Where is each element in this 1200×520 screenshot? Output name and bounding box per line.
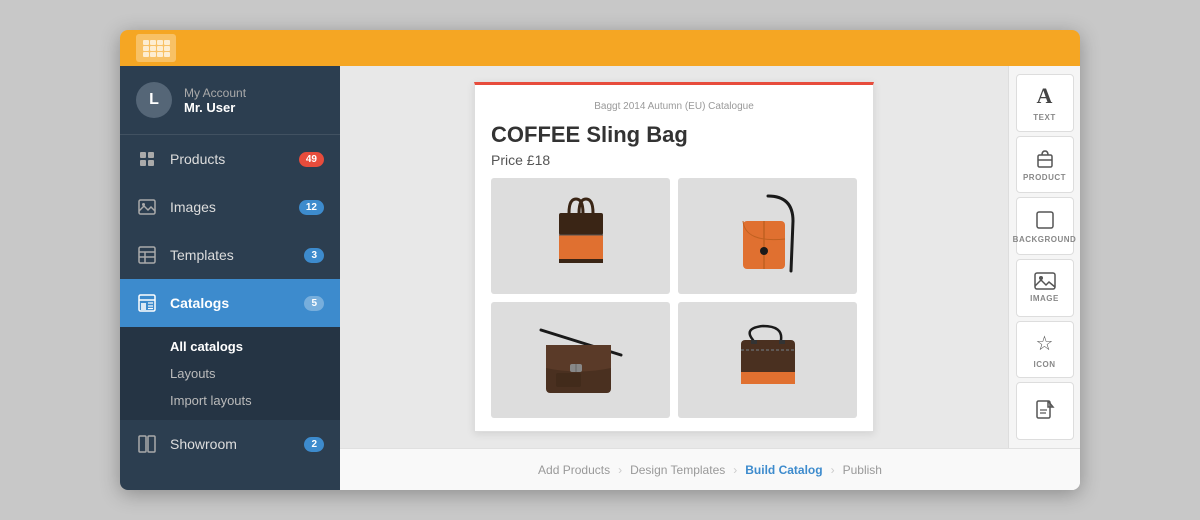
breadcrumb-add-products[interactable]: Add Products [538, 463, 610, 477]
breadcrumb-bar: Add Products › Design Templates › Build … [340, 448, 1080, 490]
tool-more[interactable] [1016, 382, 1074, 440]
images-badge: 12 [299, 200, 324, 215]
product-images [491, 178, 857, 418]
breadcrumb-sep-1: › [618, 463, 622, 477]
showroom-label: Showroom [170, 436, 304, 452]
sub-nav-layouts[interactable]: Layouts [120, 360, 340, 387]
product-image-3 [491, 302, 670, 418]
account-label: My Account [184, 86, 246, 100]
breadcrumb-build-catalog[interactable]: Build Catalog [745, 463, 822, 477]
product-image-1 [491, 178, 670, 294]
icon-tool-label: ICON [1034, 360, 1056, 369]
catalogs-label: Catalogs [170, 295, 304, 311]
text-tool-icon: A [1037, 83, 1053, 109]
image-tool-label: IMAGE [1030, 294, 1059, 303]
more-tool-icon [1035, 400, 1055, 422]
catalog-page-title: Baggt 2014 Autumn (EU) Catalogue [491, 101, 857, 112]
background-tool-icon [1034, 209, 1056, 231]
top-bar [120, 30, 1080, 66]
catalogs-badge: 5 [304, 296, 324, 311]
sidebar-item-templates[interactable]: Templates 3 [120, 231, 340, 279]
showroom-badge: 2 [304, 437, 324, 452]
image-tool-icon [1034, 272, 1056, 290]
breadcrumb-publish[interactable]: Publish [843, 463, 882, 477]
products-label: Products [170, 151, 299, 167]
user-info: My Account Mr. User [184, 86, 246, 115]
product-image-4 [678, 302, 857, 418]
tool-background[interactable]: BACKGROUND [1016, 197, 1074, 255]
tool-product[interactable]: PRODUCT [1016, 136, 1074, 194]
sidebar-item-products[interactable]: Products 49 [120, 135, 340, 183]
catalogs-icon [136, 292, 158, 314]
products-badge: 49 [299, 152, 324, 167]
sidebar: L My Account Mr. User Products 4 [120, 66, 340, 490]
templates-badge: 3 [304, 248, 324, 263]
main-area: L My Account Mr. User Products 4 [120, 66, 1080, 490]
logo [136, 34, 176, 62]
text-tool-label: TEXT [1033, 113, 1055, 122]
catalogs-sub-nav: All catalogs Layouts Import layouts [120, 327, 340, 420]
sub-nav-import-layouts[interactable]: Import layouts [120, 387, 340, 414]
breadcrumb-sep-3: › [831, 463, 835, 477]
sub-nav-all-catalogs[interactable]: All catalogs [120, 333, 340, 360]
templates-label: Templates [170, 247, 304, 263]
tool-icon[interactable]: ☆ ICON [1016, 321, 1074, 379]
user-name: Mr. User [184, 100, 246, 115]
tool-text[interactable]: A TEXT [1016, 74, 1074, 132]
right-panel: Baggt 2014 Autumn (EU) Catalogue COFFEE … [340, 66, 1080, 490]
user-section: L My Account Mr. User [120, 66, 340, 135]
catalog-preview: Baggt 2014 Autumn (EU) Catalogue COFFEE … [340, 66, 1008, 448]
product-tool-label: PRODUCT [1023, 173, 1066, 182]
sidebar-item-showroom[interactable]: Showroom 2 [120, 420, 340, 468]
breadcrumb-sep-2: › [733, 463, 737, 477]
canvas-area: Baggt 2014 Autumn (EU) Catalogue COFFEE … [340, 66, 1080, 448]
product-name: COFFEE Sling Bag [491, 122, 857, 148]
sidebar-item-images[interactable]: Images 12 [120, 183, 340, 231]
showroom-icon [136, 433, 158, 455]
breadcrumb-design-templates[interactable]: Design Templates [630, 463, 725, 477]
tool-image[interactable]: IMAGE [1016, 259, 1074, 317]
images-icon [136, 196, 158, 218]
catalog-page: Baggt 2014 Autumn (EU) Catalogue COFFEE … [474, 82, 874, 432]
sidebar-item-catalogs[interactable]: Catalogs 5 [120, 279, 340, 327]
avatar: L [136, 82, 172, 118]
background-tool-label: BACKGROUND [1013, 235, 1077, 244]
icon-tool-icon: ☆ [1036, 331, 1054, 356]
product-image-2 [678, 178, 857, 294]
products-icon [136, 148, 158, 170]
templates-icon [136, 244, 158, 266]
product-price: Price £18 [491, 152, 857, 168]
app-container: L My Account Mr. User Products 4 [120, 30, 1080, 490]
product-tool-icon [1034, 147, 1056, 169]
tools-panel: A TEXT PRODUCT [1008, 66, 1080, 448]
images-label: Images [170, 199, 299, 215]
